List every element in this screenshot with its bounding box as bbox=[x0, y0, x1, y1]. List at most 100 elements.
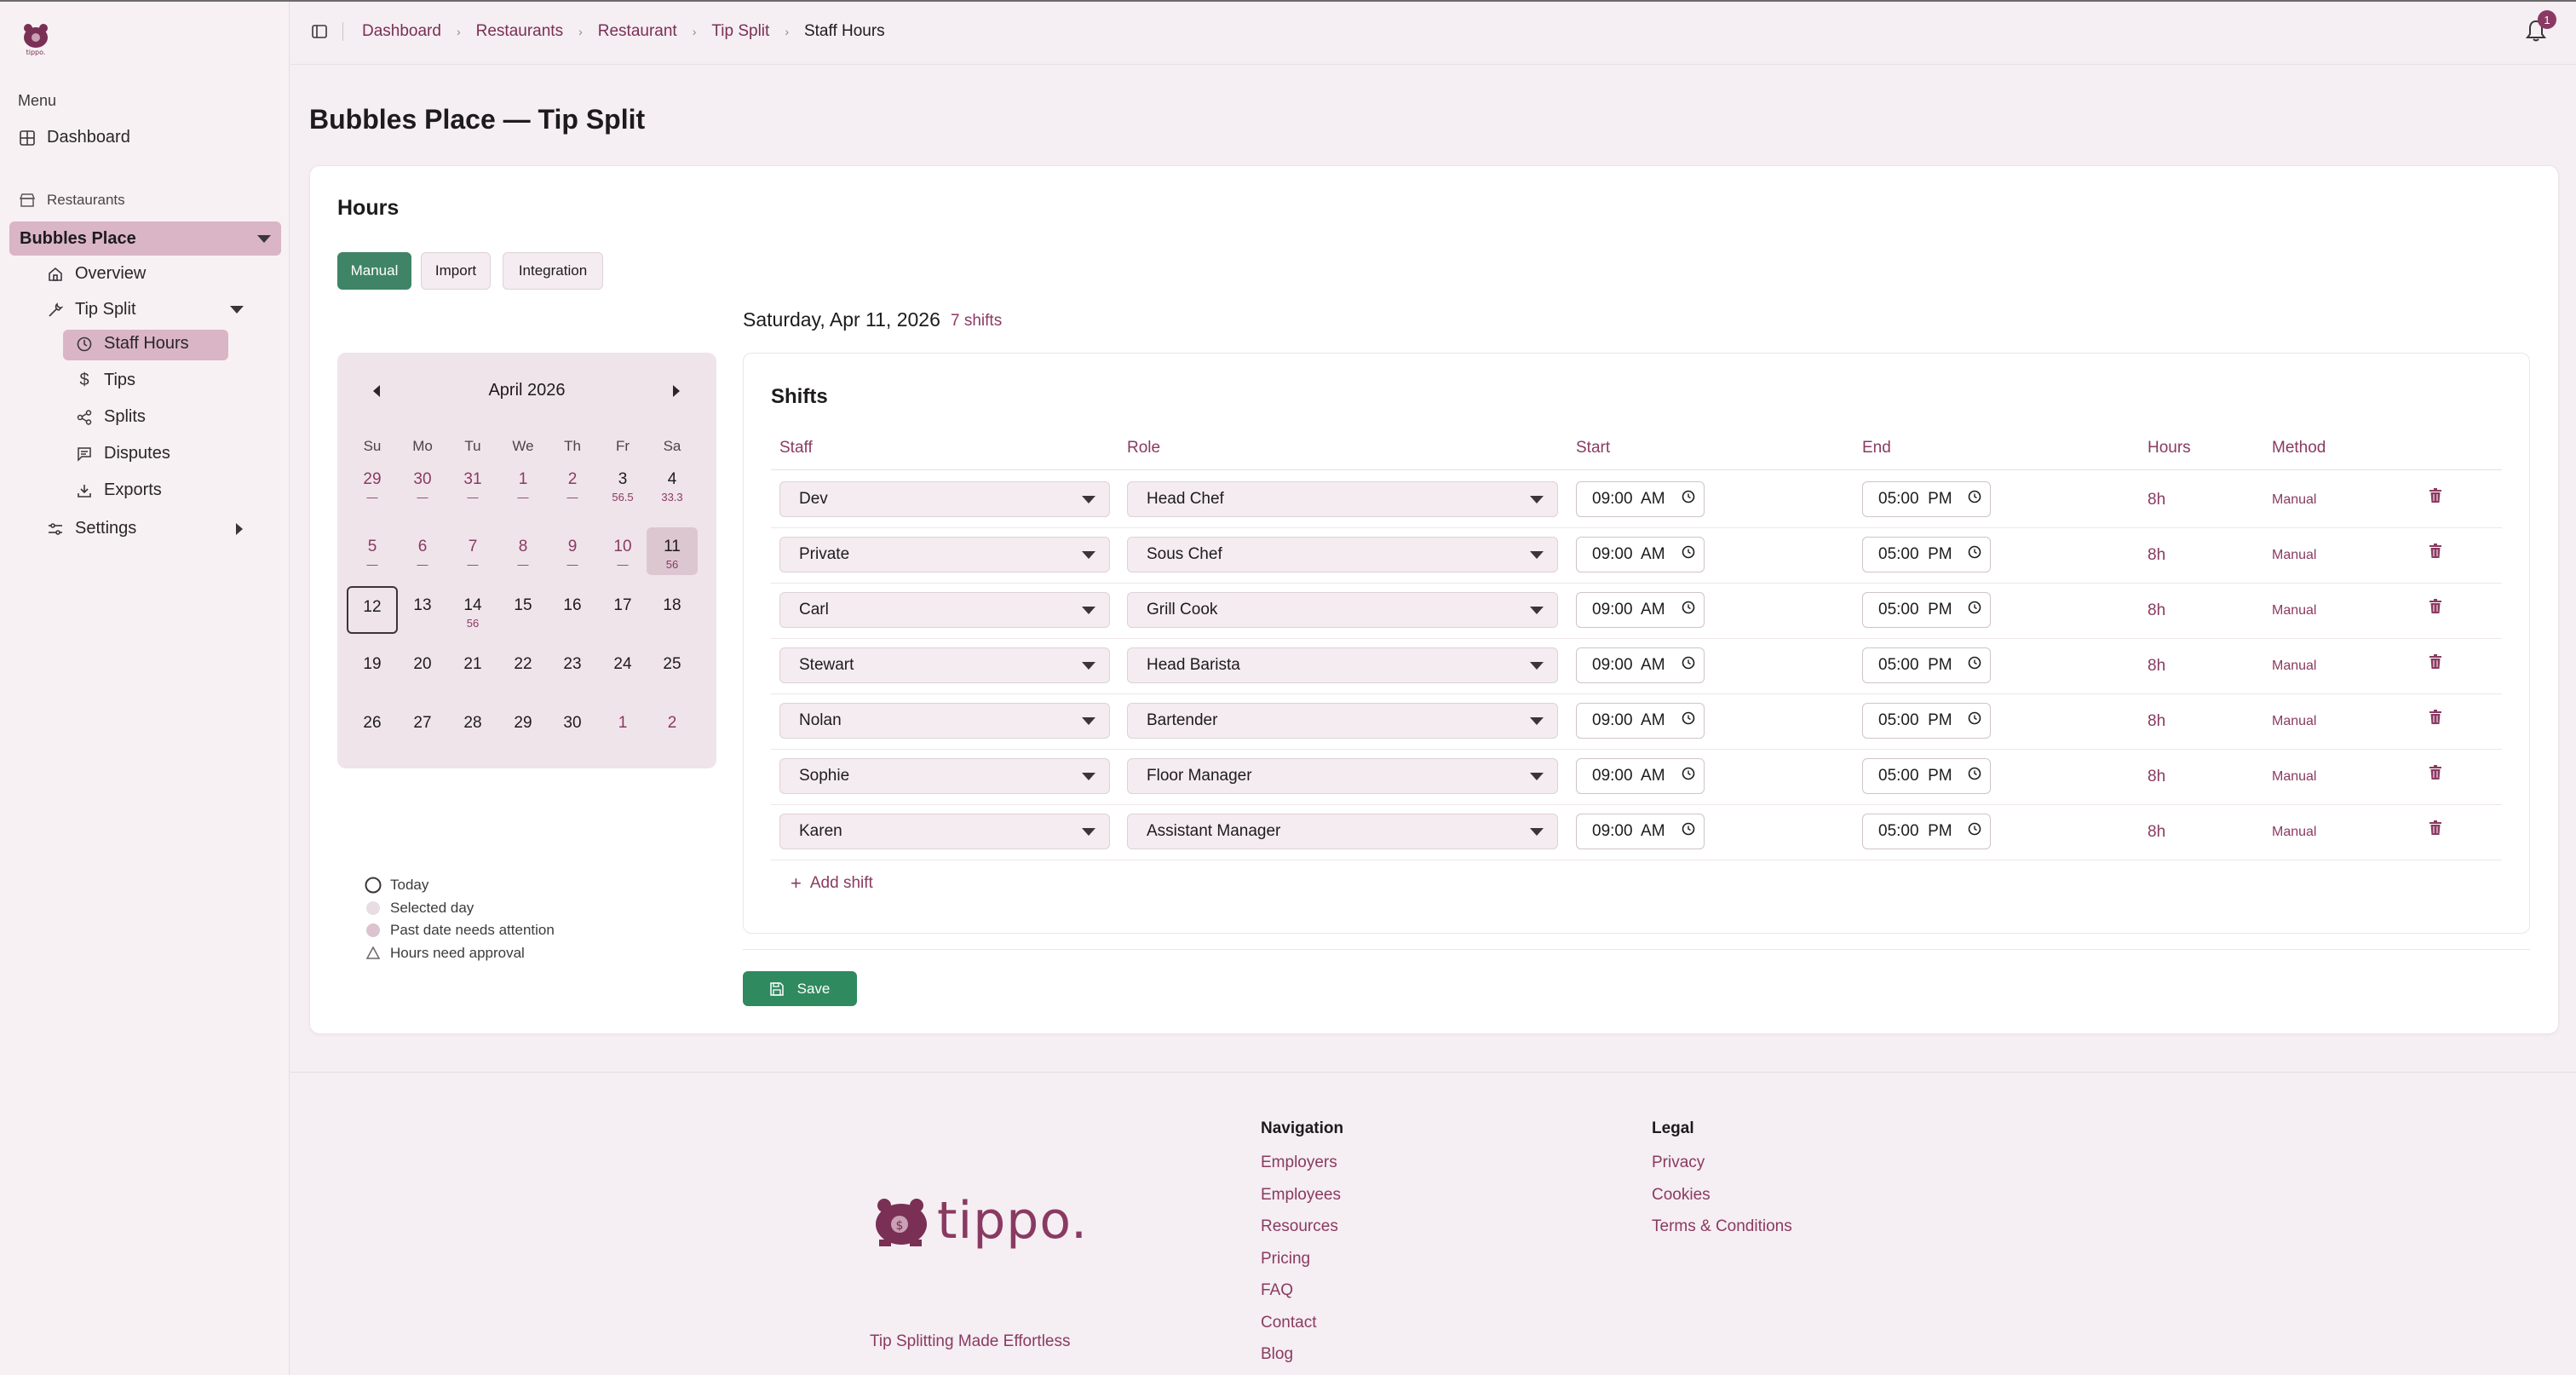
clock-icon[interactable] bbox=[1682, 656, 1695, 675]
calendar-day[interactable]: 9— bbox=[547, 527, 598, 575]
trash-icon[interactable] bbox=[2429, 820, 2444, 837]
calendar-day[interactable]: 8— bbox=[497, 527, 549, 575]
calendar-day[interactable]: 20 bbox=[397, 645, 448, 693]
calendar-day[interactable]: 31 — bbox=[447, 460, 498, 508]
start-time-input[interactable]: 09:00 AM bbox=[1576, 647, 1705, 683]
sidebar-item-staff-hours[interactable]: Staff Hours bbox=[75, 334, 189, 354]
role-select[interactable]: Grill Cook bbox=[1127, 592, 1558, 628]
footer-link[interactable]: Privacy bbox=[1652, 1154, 1792, 1186]
clock-icon[interactable] bbox=[1682, 711, 1695, 730]
staff-select[interactable]: Dev bbox=[779, 481, 1110, 517]
clock-icon[interactable] bbox=[1968, 490, 1981, 509]
trash-icon[interactable] bbox=[2429, 765, 2444, 782]
calendar-day[interactable]: 15 bbox=[497, 586, 549, 634]
start-time-input[interactable]: 09:00 AM bbox=[1576, 537, 1705, 572]
role-select[interactable]: Head Chef bbox=[1127, 481, 1558, 517]
calendar-day[interactable]: 5— bbox=[347, 527, 398, 575]
clock-icon[interactable] bbox=[1968, 656, 1981, 675]
start-time-input[interactable]: 09:00 AM bbox=[1576, 592, 1705, 628]
calendar-day[interactable]: 16 bbox=[547, 586, 598, 634]
calendar-day[interactable]: 2 bbox=[647, 704, 698, 751]
footer-link[interactable]: Blog bbox=[1261, 1345, 1343, 1375]
calendar-day[interactable]: 2— bbox=[547, 460, 598, 508]
footer-link[interactable]: Resources bbox=[1261, 1217, 1343, 1250]
footer-link[interactable]: Employers bbox=[1261, 1154, 1343, 1186]
trash-icon[interactable] bbox=[2429, 654, 2444, 671]
trash-icon[interactable] bbox=[2429, 544, 2444, 561]
sidebar-item-overview[interactable]: Overview bbox=[46, 264, 146, 284]
calendar-day[interactable]: 19 bbox=[347, 645, 398, 693]
sidebar-toggle-icon[interactable] bbox=[312, 25, 327, 38]
tab-manual[interactable]: Manual bbox=[337, 252, 411, 290]
staff-select[interactable]: Karen bbox=[779, 814, 1110, 849]
calendar-day[interactable]: 7— bbox=[447, 527, 498, 575]
clock-icon[interactable] bbox=[1682, 545, 1695, 564]
staff-select[interactable]: Private bbox=[779, 537, 1110, 572]
sidebar-item-settings[interactable]: Settings bbox=[46, 519, 244, 538]
start-time-input[interactable]: 09:00 AM bbox=[1576, 814, 1705, 849]
sidebar-item-tip-split[interactable]: Tip Split bbox=[46, 300, 244, 319]
staff-select[interactable]: Stewart bbox=[779, 647, 1110, 683]
calendar-day[interactable]: 25 bbox=[647, 645, 698, 693]
footer-link[interactable]: FAQ bbox=[1261, 1281, 1343, 1314]
trash-icon[interactable] bbox=[2429, 710, 2444, 727]
clock-icon[interactable] bbox=[1968, 822, 1981, 841]
clock-icon[interactable] bbox=[1968, 601, 1981, 619]
save-button[interactable]: Save bbox=[743, 971, 857, 1006]
calendar-day[interactable]: 22 bbox=[497, 645, 549, 693]
staff-select[interactable]: Sophie bbox=[779, 758, 1110, 794]
sidebar-item-tips[interactable]: $ Tips bbox=[75, 371, 135, 390]
calendar-day[interactable]: 4 33.3 bbox=[647, 460, 698, 508]
calendar-day[interactable]: 1— bbox=[497, 460, 549, 508]
staff-select[interactable]: Carl bbox=[779, 592, 1110, 628]
calendar-day[interactable]: 1 bbox=[597, 704, 648, 751]
calendar-day[interactable]: 29 bbox=[497, 704, 549, 751]
calendar-day[interactable]: 23 bbox=[547, 645, 598, 693]
calendar-prev-icon[interactable] bbox=[371, 384, 382, 398]
end-time-input[interactable]: 05:00 PM bbox=[1862, 592, 1991, 628]
calendar-day[interactable]: 17 bbox=[597, 586, 648, 634]
calendar-day[interactable]: 6— bbox=[397, 527, 448, 575]
calendar-day-selected[interactable]: 11 56 bbox=[647, 527, 698, 575]
calendar-next-icon[interactable] bbox=[671, 384, 681, 398]
footer-link[interactable]: Pricing bbox=[1261, 1250, 1343, 1282]
role-select[interactable]: Assistant Manager bbox=[1127, 814, 1558, 849]
trash-icon[interactable] bbox=[2429, 488, 2444, 505]
breadcrumb-restaurants[interactable]: Restaurants bbox=[476, 22, 563, 41]
breadcrumb-dashboard[interactable]: Dashboard bbox=[362, 22, 441, 41]
breadcrumb-restaurant[interactable]: Restaurant bbox=[598, 22, 677, 41]
calendar-day[interactable]: 29 — bbox=[347, 460, 398, 508]
footer-link[interactable]: Employees bbox=[1261, 1186, 1343, 1218]
end-time-input[interactable]: 05:00 PM bbox=[1862, 537, 1991, 572]
restaurant-selector[interactable]: Bubbles Place bbox=[9, 221, 281, 256]
calendar-day[interactable]: 21 bbox=[447, 645, 498, 693]
calendar-day[interactable]: 30 — bbox=[397, 460, 448, 508]
footer-link[interactable]: Contact bbox=[1261, 1314, 1343, 1346]
clock-icon[interactable] bbox=[1968, 767, 1981, 785]
role-select[interactable]: Floor Manager bbox=[1127, 758, 1558, 794]
clock-icon[interactable] bbox=[1682, 767, 1695, 785]
clock-icon[interactable] bbox=[1682, 490, 1695, 509]
start-time-input[interactable]: 09:00 AM bbox=[1576, 481, 1705, 517]
add-shift-button[interactable]: + Add shift bbox=[791, 872, 873, 895]
sidebar-item-dashboard[interactable]: Dashboard bbox=[18, 128, 130, 147]
calendar-day[interactable]: 14 56 bbox=[447, 586, 498, 634]
breadcrumb-tip-split[interactable]: Tip Split bbox=[711, 22, 769, 41]
calendar-day[interactable]: 24 bbox=[597, 645, 648, 693]
calendar-day[interactable]: 13 bbox=[397, 586, 448, 634]
end-time-input[interactable]: 05:00 PM bbox=[1862, 814, 1991, 849]
calendar-day[interactable]: 3 56.5 bbox=[597, 460, 648, 508]
staff-select[interactable]: Nolan bbox=[779, 703, 1110, 739]
sidebar-item-splits[interactable]: Splits bbox=[75, 407, 146, 427]
footer-link[interactable]: Cookies bbox=[1652, 1186, 1792, 1218]
end-time-input[interactable]: 05:00 PM bbox=[1862, 481, 1991, 517]
sidebar-item-exports[interactable]: Exports bbox=[75, 480, 162, 500]
tippo-logo-icon[interactable]: tippo. bbox=[19, 19, 53, 56]
end-time-input[interactable]: 05:00 PM bbox=[1862, 758, 1991, 794]
tab-integration[interactable]: Integration bbox=[503, 252, 603, 290]
calendar-day[interactable]: 10 — bbox=[597, 527, 648, 575]
clock-icon[interactable] bbox=[1682, 822, 1695, 841]
role-select[interactable]: Bartender bbox=[1127, 703, 1558, 739]
start-time-input[interactable]: 09:00 AM bbox=[1576, 703, 1705, 739]
calendar-day[interactable]: 27 bbox=[397, 704, 448, 751]
